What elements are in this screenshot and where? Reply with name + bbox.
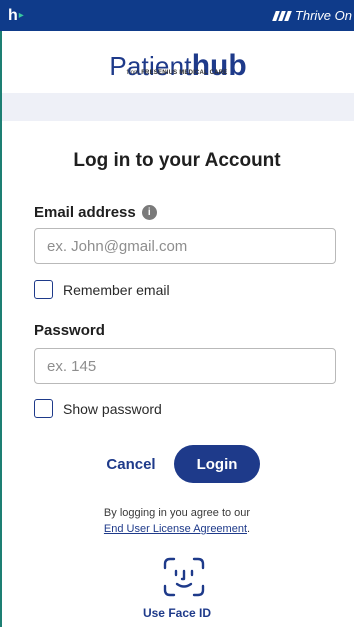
email-label: Email address i [34, 204, 157, 221]
header-band [2, 93, 354, 121]
thrive-on-banner: Thrive On [272, 8, 354, 23]
email-field[interactable] [34, 228, 336, 264]
tagline: Thrive On [294, 8, 352, 23]
logo-word-hub: hub [191, 49, 247, 82]
remember-email-label: Remember email [63, 281, 170, 298]
brand-arrow-icon: ▸ [18, 9, 24, 21]
password-label-text: Password [34, 322, 105, 339]
eula-link[interactable]: End User License Agreement [104, 523, 247, 535]
logo-word-patient: Patient [109, 51, 192, 81]
remember-email-checkbox[interactable] [34, 280, 53, 299]
show-password-row[interactable]: Show password [34, 399, 162, 418]
password-label: Password [34, 322, 105, 339]
page-header: Patienthub [2, 31, 354, 93]
page-title: Log in to your Account [73, 150, 281, 171]
legal-link-line: End User License Agreement. [0, 521, 354, 537]
brand-letter: h [8, 6, 18, 24]
show-password-checkbox[interactable] [34, 399, 53, 418]
cancel-button[interactable]: Cancel [94, 451, 168, 477]
logo-subtitle: from FRESENIUS MEDICAL CARE [0, 70, 354, 76]
face-id-label[interactable]: Use Face ID [0, 606, 354, 620]
stripes-icon [272, 10, 292, 21]
brand-logo-mark: h ▸ [8, 6, 24, 24]
info-icon[interactable]: i [141, 205, 157, 220]
legal-notice: By logging in you agree to our End User … [0, 505, 354, 537]
legal-prefix: By logging in you agree to our [103, 507, 251, 519]
show-password-label: Show password [63, 400, 162, 417]
patienthub-logo: Patienthub [2, 51, 354, 81]
login-button[interactable]: Login [174, 445, 260, 483]
top-bar: h ▸ Thrive On [0, 0, 354, 31]
face-id-icon[interactable] [159, 556, 209, 598]
logo-sub-company: FRESENIUS MEDICAL CARE [141, 70, 228, 76]
remember-email-row[interactable]: Remember email [34, 280, 170, 299]
legal-suffix: . [247, 523, 251, 535]
password-field[interactable] [34, 348, 336, 384]
email-label-text: Email address [34, 204, 136, 221]
logo-sub-prefix: from [126, 70, 142, 76]
